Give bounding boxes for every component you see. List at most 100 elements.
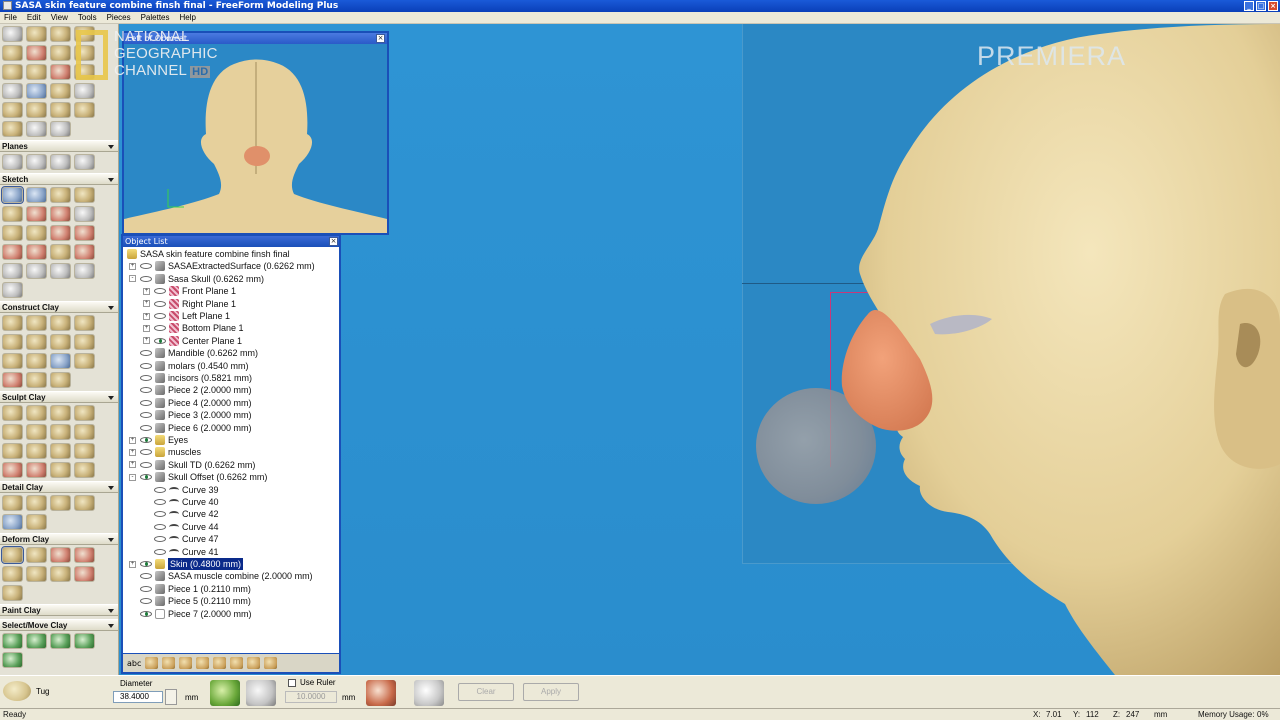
visibility-eye-icon[interactable]: [140, 399, 152, 406]
object-list-row[interactable]: + SASAExtractedSurface (0.6262 mm): [129, 260, 315, 272]
visibility-eye-icon[interactable]: [154, 548, 166, 555]
expand-icon[interactable]: +: [129, 461, 136, 469]
construct-tool[interactable]: [2, 334, 23, 350]
visibility-eye-icon[interactable]: [154, 536, 166, 543]
object-list-row[interactable]: incisors (0.5821 mm): [129, 372, 252, 384]
object-list-row[interactable]: + Right Plane 1: [143, 298, 236, 310]
sculpt-tool[interactable]: [74, 443, 95, 459]
sculpt-tool[interactable]: [2, 462, 23, 478]
clay-tool[interactable]: [26, 64, 47, 80]
toolbar-icon[interactable]: [196, 657, 210, 669]
toolbar-icon[interactable]: [213, 657, 227, 669]
visibility-eye-icon[interactable]: [140, 449, 152, 456]
deform-tool[interactable]: [2, 566, 23, 582]
clay-tool[interactable]: [2, 83, 23, 99]
expand-icon[interactable]: +: [143, 287, 150, 295]
object-list-row[interactable]: + Center Plane 1: [143, 335, 242, 347]
expand-icon[interactable]: +: [129, 560, 136, 568]
sketch-tool[interactable]: [1, 186, 24, 204]
anchor-tool-icon[interactable]: [366, 680, 396, 706]
axis-tool-icon[interactable]: [246, 680, 276, 706]
sketch-tool[interactable]: [50, 206, 71, 222]
construct-tool[interactable]: [50, 372, 71, 388]
sketch-tool[interactable]: [74, 244, 95, 260]
visibility-eye-icon[interactable]: [140, 585, 152, 592]
clay-tool[interactable]: [50, 64, 71, 80]
construct-tool[interactable]: [26, 353, 47, 369]
clay-tool[interactable]: [26, 102, 47, 118]
menu-edit[interactable]: Edit: [27, 12, 41, 23]
section-planes[interactable]: Planes: [0, 140, 118, 152]
toolbar-icon[interactable]: [247, 657, 261, 669]
collapse-icon[interactable]: -: [129, 473, 136, 481]
expand-icon[interactable]: +: [129, 262, 136, 270]
visibility-eye-icon[interactable]: [154, 288, 166, 295]
sketch-tool[interactable]: [26, 187, 47, 203]
sculpt-tool[interactable]: [26, 405, 47, 421]
menu-tools[interactable]: Tools: [78, 12, 97, 23]
section-deform-clay[interactable]: Deform Clay: [0, 533, 118, 545]
detail-tool[interactable]: [50, 495, 71, 511]
object-list-row[interactable]: Piece 3 (2.0000 mm): [129, 409, 252, 421]
sculpt-tool[interactable]: [2, 424, 23, 440]
visibility-eye-icon[interactable]: [154, 300, 166, 307]
expand-icon[interactable]: +: [129, 448, 136, 456]
sketch-tool[interactable]: [50, 225, 71, 241]
head-model-profile[interactable]: [760, 24, 1280, 675]
object-list-row[interactable]: SASA muscle combine (2.0000 mm): [129, 570, 313, 582]
object-list-row[interactable]: - Skull Offset (0.6262 mm): [129, 471, 267, 483]
object-list-row[interactable]: + Skull TD (0.6262 mm): [129, 459, 255, 471]
select-tool[interactable]: [2, 633, 23, 649]
construct-tool[interactable]: [50, 315, 71, 331]
deform-tool[interactable]: [2, 585, 23, 601]
visibility-eye-icon[interactable]: [140, 350, 152, 357]
object-list-row[interactable]: Curve 40: [143, 496, 219, 508]
section-sculpt-clay[interactable]: Sculpt Clay: [0, 391, 118, 403]
sketch-tool[interactable]: [74, 263, 95, 279]
sketch-tool[interactable]: [74, 187, 95, 203]
sculpt-tool[interactable]: [50, 443, 71, 459]
construct-tool[interactable]: [2, 315, 23, 331]
object-list-row[interactable]: Curve 41: [143, 546, 219, 558]
construct-tool[interactable]: [26, 372, 47, 388]
object-list-row[interactable]: + muscles: [129, 446, 201, 458]
object-list-row[interactable]: + Bottom Plane 1: [143, 322, 244, 334]
object-list-row[interactable]: Piece 1 (0.2110 mm): [129, 583, 251, 595]
toolbar-icon[interactable]: [230, 657, 244, 669]
clay-tool[interactable]: [74, 102, 95, 118]
menu-help[interactable]: Help: [180, 12, 196, 23]
clay-tool[interactable]: [50, 102, 71, 118]
object-list-row[interactable]: Curve 42: [143, 508, 219, 520]
object-list-row[interactable]: Piece 7 (2.0000 mm): [129, 608, 252, 620]
deform-tool[interactable]: [74, 566, 95, 582]
sketch-tool[interactable]: [50, 244, 71, 260]
sketch-tool[interactable]: [2, 206, 23, 222]
object-list-row[interactable]: Piece 2 (2.0000 mm): [129, 384, 252, 396]
ruler-input[interactable]: 10.0000: [285, 691, 337, 703]
sketch-tool[interactable]: [50, 187, 71, 203]
detail-tool[interactable]: [26, 495, 47, 511]
clear-button[interactable]: Clear: [458, 683, 514, 701]
sketch-tool[interactable]: [2, 225, 23, 241]
object-list-row[interactable]: Curve 47: [143, 533, 219, 545]
clay-tool[interactable]: [26, 121, 47, 137]
object-list-row[interactable]: + Skin (0.4800 mm): [129, 557, 245, 571]
construct-tool[interactable]: [74, 315, 95, 331]
sketch-tool[interactable]: [2, 282, 23, 298]
mouse-icon[interactable]: [414, 680, 444, 706]
detail-tool[interactable]: [26, 514, 47, 530]
sketch-tool[interactable]: [26, 244, 47, 260]
sketch-tool[interactable]: [26, 263, 47, 279]
plane-tool[interactable]: [2, 154, 23, 170]
select-tool[interactable]: [26, 633, 47, 649]
visibility-eye-icon[interactable]: [140, 424, 152, 431]
visibility-eye-icon[interactable]: [140, 461, 152, 468]
object-list-row[interactable]: + Front Plane 1: [143, 285, 236, 297]
menu-palettes[interactable]: Palettes: [141, 12, 170, 23]
apply-button[interactable]: Apply: [523, 683, 579, 701]
object-list-row[interactable]: Mandible (0.6262 mm): [129, 347, 258, 359]
construct-tool[interactable]: [26, 334, 47, 350]
visibility-eye-icon[interactable]: [140, 362, 152, 369]
section-paint-clay[interactable]: Paint Clay: [0, 604, 118, 616]
deform-tool[interactable]: [50, 547, 71, 563]
